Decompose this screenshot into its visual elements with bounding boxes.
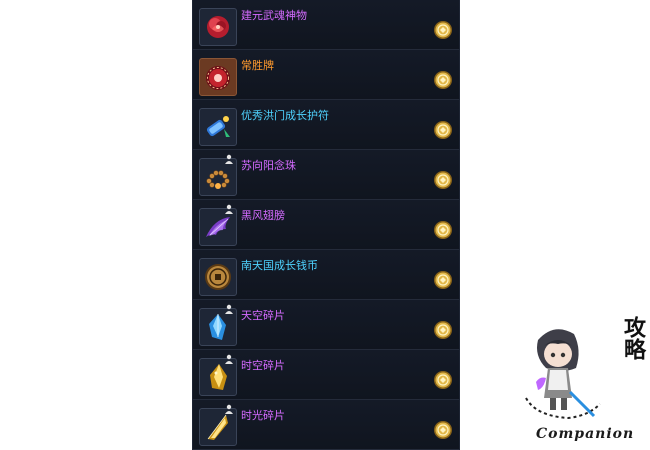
gold-coin-icon[interactable] bbox=[433, 320, 453, 340]
gold-coin-icon[interactable] bbox=[433, 70, 453, 90]
list-item[interactable]: 建元武魂神物 bbox=[193, 0, 459, 50]
bronze-coin-icon bbox=[199, 258, 237, 296]
item-name: 黑风翅膀 bbox=[241, 209, 285, 222]
gold-coin-icon[interactable] bbox=[433, 120, 453, 140]
watermark-calligraphy: 攻略 bbox=[620, 316, 646, 360]
item-name: 南天国成长钱币 bbox=[241, 259, 318, 272]
blue-scroll-icon bbox=[199, 108, 237, 146]
item-name: 建元武魂神物 bbox=[241, 9, 307, 22]
gold-coin-icon[interactable] bbox=[433, 220, 453, 240]
list-item[interactable]: 苏向阳念珠 bbox=[193, 150, 459, 200]
gold-coin-icon[interactable] bbox=[433, 170, 453, 190]
list-item[interactable]: 优秀洪门成长护符 bbox=[193, 100, 459, 150]
item-name: 时空碎片 bbox=[241, 359, 285, 372]
item-name: 天空碎片 bbox=[241, 309, 285, 322]
item-name: 优秀洪门成长护符 bbox=[241, 109, 329, 122]
watermark-logo: 攻略 Companion bbox=[510, 316, 650, 450]
list-item[interactable]: 南天国成长钱币 bbox=[193, 250, 459, 300]
item-name: 时光碎片 bbox=[241, 409, 285, 422]
gold-coin-icon[interactable] bbox=[433, 420, 453, 440]
person-icon bbox=[224, 204, 234, 214]
item-list-panel: 建元武魂神物 常胜牌 优秀洪门成长护符 苏向阳念珠 黑风翅膀 南天国成长钱币 天… bbox=[192, 0, 460, 450]
list-item[interactable]: 时空碎片 bbox=[193, 350, 459, 400]
red-rose-icon bbox=[199, 8, 237, 46]
chibi-character-logo bbox=[525, 329, 601, 420]
gold-coin-icon[interactable] bbox=[433, 270, 453, 290]
list-item[interactable]: 天空碎片 bbox=[193, 300, 459, 350]
red-medallion-icon bbox=[199, 58, 237, 96]
item-name: 常胜牌 bbox=[241, 59, 274, 72]
list-item[interactable]: 常胜牌 bbox=[193, 50, 459, 100]
list-item[interactable]: 黑风翅膀 bbox=[193, 200, 459, 250]
gold-coin-icon[interactable] bbox=[433, 20, 453, 40]
watermark-caption: Companion bbox=[536, 426, 635, 442]
gold-coin-icon[interactable] bbox=[433, 370, 453, 390]
person-icon bbox=[224, 304, 234, 314]
person-icon bbox=[224, 354, 234, 364]
person-icon bbox=[224, 154, 234, 164]
person-icon bbox=[224, 404, 234, 414]
item-name: 苏向阳念珠 bbox=[241, 159, 296, 172]
list-item[interactable]: 时光碎片 bbox=[193, 400, 459, 450]
